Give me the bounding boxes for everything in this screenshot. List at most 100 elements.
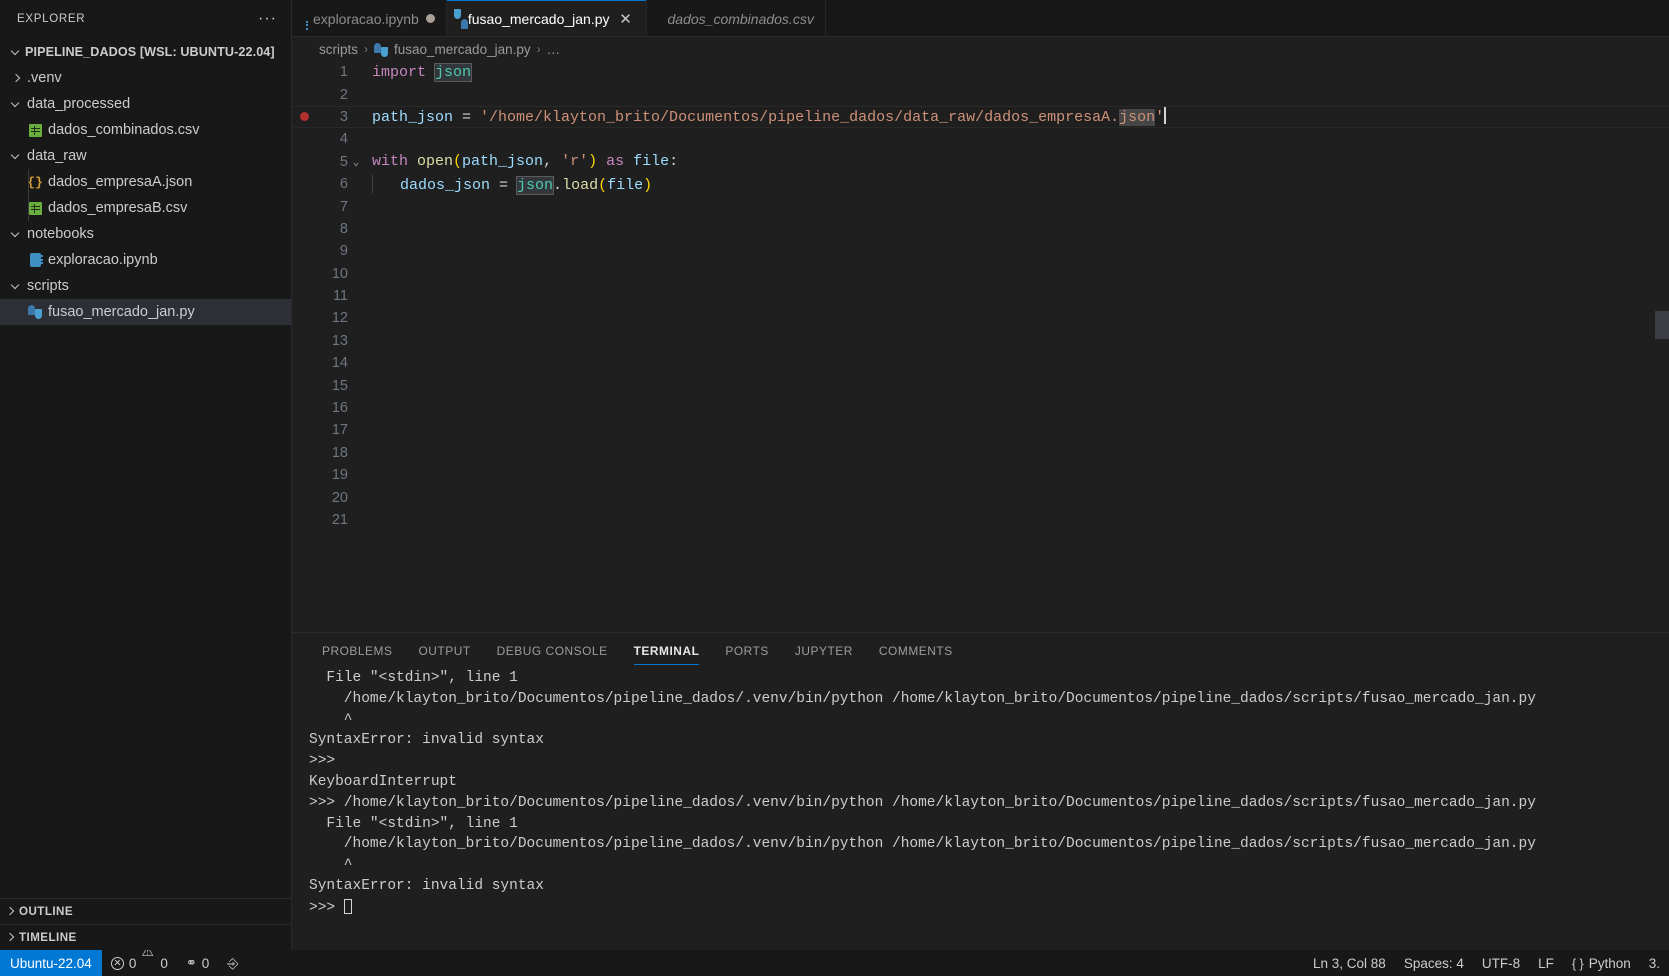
code-line[interactable]: 21 [292, 509, 1669, 531]
tree-item-data-raw[interactable]: data_raw [0, 143, 291, 169]
close-icon[interactable]: ✕ [617, 10, 635, 28]
line-number: 15 [331, 377, 348, 394]
indentation-setting[interactable]: Spaces: 4 [1395, 950, 1473, 976]
tab-fusao-mercado-jan-py[interactable]: fusao_mercado_jan.py ✕ [446, 0, 647, 37]
code-line[interactable]: 1 import json [292, 61, 1669, 83]
breadcrumb-overflow[interactable]: … [547, 42, 561, 57]
remote-indicator[interactable]: Ubuntu-22.04 [0, 950, 102, 976]
run-python-file-button[interactable] [218, 950, 247, 976]
terminal-line: >>> [309, 753, 336, 770]
tree-item-dados-combinados-csv[interactable]: dados_combinados.csv [0, 117, 291, 143]
code-line[interactable]: 14 [292, 352, 1669, 374]
more-actions-icon[interactable]: ··· [256, 10, 279, 28]
minimap-slider[interactable] [1655, 311, 1669, 339]
python-interpreter-version[interactable]: 3. [1640, 950, 1669, 976]
tree-item-data-processed[interactable]: data_processed [0, 91, 291, 117]
code-line[interactable]: 6 dados_json = json.load(file) [292, 173, 1669, 195]
tree-root-label: PIPELINE_DADOS [WSL: UBUNTU-22.04] [25, 45, 275, 59]
code-line[interactable]: 17 [292, 419, 1669, 441]
tree-item-exploracao-ipynb[interactable]: exploracao.ipynb [0, 247, 291, 273]
code-line[interactable]: 5 ⌄ with open(path_json, 'r') as file: [292, 151, 1669, 173]
panel-tab-comments[interactable]: COMMENTS [866, 633, 966, 668]
terminal-prompt-line[interactable]: >>> [309, 898, 1669, 920]
code-line[interactable]: 15 [292, 374, 1669, 396]
sidebar-section-outline[interactable]: OUTLINE [0, 898, 291, 924]
code-token: ( [453, 153, 463, 171]
code-line[interactable]: 20 [292, 486, 1669, 508]
panel-tab-output[interactable]: OUTPUT [405, 633, 483, 668]
python-file-icon [374, 42, 389, 57]
terminal-output[interactable]: File "<stdin>", line 1 /home/klayton_bri… [292, 668, 1669, 950]
fold-chevron-icon[interactable]: ⌄ [348, 155, 364, 169]
tree-item-dados-empresaa-json[interactable]: {} dados_empresaA.json [0, 169, 291, 195]
tree-item-label: notebooks [27, 226, 94, 242]
line-number: 10 [331, 265, 348, 282]
tree-item-dados-empresab-csv[interactable]: dados_empresaB.csv [0, 195, 291, 221]
file-tree[interactable]: PIPELINE_DADOS [WSL: UBUNTU-22.04] .venv… [0, 37, 291, 898]
code-line[interactable]: 12 [292, 307, 1669, 329]
tree-item-fusao-mercado-jan-py[interactable]: fusao_mercado_jan.py [0, 299, 291, 325]
line-number: 4 [339, 131, 348, 148]
tree-item-label: data_processed [27, 96, 131, 112]
tree-root-folder[interactable]: PIPELINE_DADOS [WSL: UBUNTU-22.04] [0, 39, 291, 65]
line-number: 16 [331, 400, 348, 417]
cursor-position[interactable]: Ln 3, Col 88 [1304, 950, 1395, 976]
tab-label: dados_combinados.csv [667, 10, 814, 27]
terminal-line: SyntaxError: invalid syntax [309, 877, 544, 894]
terminal-line: >>> /home/klayton_brito/Documentos/pipel… [309, 794, 1536, 811]
panel-tab-ports[interactable]: PORTS [712, 633, 782, 668]
code-line[interactable]: 10 [292, 263, 1669, 285]
code-line[interactable]: 7 [292, 195, 1669, 217]
warning-count: 0 [160, 955, 168, 971]
tree-item-notebooks[interactable]: notebooks [0, 221, 291, 247]
panel-tab-problems[interactable]: PROBLEMS [309, 633, 405, 668]
tree-item-label: scripts [27, 278, 69, 294]
code-text: with open(path_json, 'r') as file: [364, 153, 678, 170]
code-line[interactable]: 9 [292, 240, 1669, 262]
tree-item-venv[interactable]: .venv [0, 65, 291, 91]
code-editor[interactable]: 1 import json 2 3 path_json = '/home/klayton… [292, 61, 1669, 632]
eol-setting[interactable]: LF [1529, 950, 1563, 976]
encoding-setting[interactable]: UTF-8 [1473, 950, 1529, 976]
code-line[interactable]: 16 [292, 397, 1669, 419]
error-icon [110, 956, 124, 970]
breakpoint-icon[interactable] [292, 112, 316, 122]
unsaved-indicator-icon[interactable] [425, 14, 435, 23]
code-line[interactable]: 3 path_json = '/home/klayton_brito/Docume… [292, 105, 1669, 129]
line-number: 8 [339, 220, 348, 237]
code-token: json [434, 62, 473, 82]
code-line[interactable]: 13 [292, 330, 1669, 352]
panel-tab-jupyter[interactable]: JUPYTER [782, 633, 866, 668]
chevron-down-icon [8, 100, 25, 109]
chevron-down-icon [8, 48, 25, 57]
breadcrumb[interactable]: scripts › fusao_mercado_jan.py › … [292, 37, 1669, 61]
code-token: file [633, 153, 670, 171]
code-token: load [562, 176, 599, 194]
code-line[interactable]: 18 [292, 442, 1669, 464]
tab-dados-combinados-csv[interactable]: dados_combinados.csv [647, 0, 826, 37]
problems-status[interactable]: 0 0 [102, 950, 177, 976]
terminal-line: ^ [309, 711, 353, 728]
breadcrumb-file[interactable]: fusao_mercado_jan.py [394, 42, 531, 57]
code-line[interactable]: 11 [292, 285, 1669, 307]
ports-status[interactable]: 0 [177, 950, 218, 976]
tab-exploracao-ipynb[interactable]: exploracao.ipynb [292, 0, 447, 37]
language-mode[interactable]: Python [1563, 950, 1640, 976]
code-line[interactable]: 19 [292, 464, 1669, 486]
chevron-down-icon [8, 230, 25, 239]
notebook-file-icon [24, 253, 46, 267]
panel-tab-debug-console[interactable]: DEBUG CONSOLE [484, 633, 621, 668]
code-token: ) [588, 153, 598, 171]
warning-icon [141, 950, 155, 969]
code-token: ( [598, 176, 608, 194]
panel-tab-terminal[interactable]: TERMINAL [621, 633, 713, 668]
code-line[interactable]: 4 [292, 128, 1669, 150]
line-number: 14 [331, 355, 348, 372]
breadcrumb-folder[interactable]: scripts [319, 42, 358, 57]
code-line[interactable]: 2 [292, 83, 1669, 105]
code-line[interactable]: 8 [292, 218, 1669, 240]
indent-guide [28, 169, 29, 195]
code-token: : [669, 153, 679, 171]
tree-item-scripts[interactable]: scripts [0, 273, 291, 299]
sidebar-section-timeline[interactable]: TIMELINE [0, 924, 291, 950]
